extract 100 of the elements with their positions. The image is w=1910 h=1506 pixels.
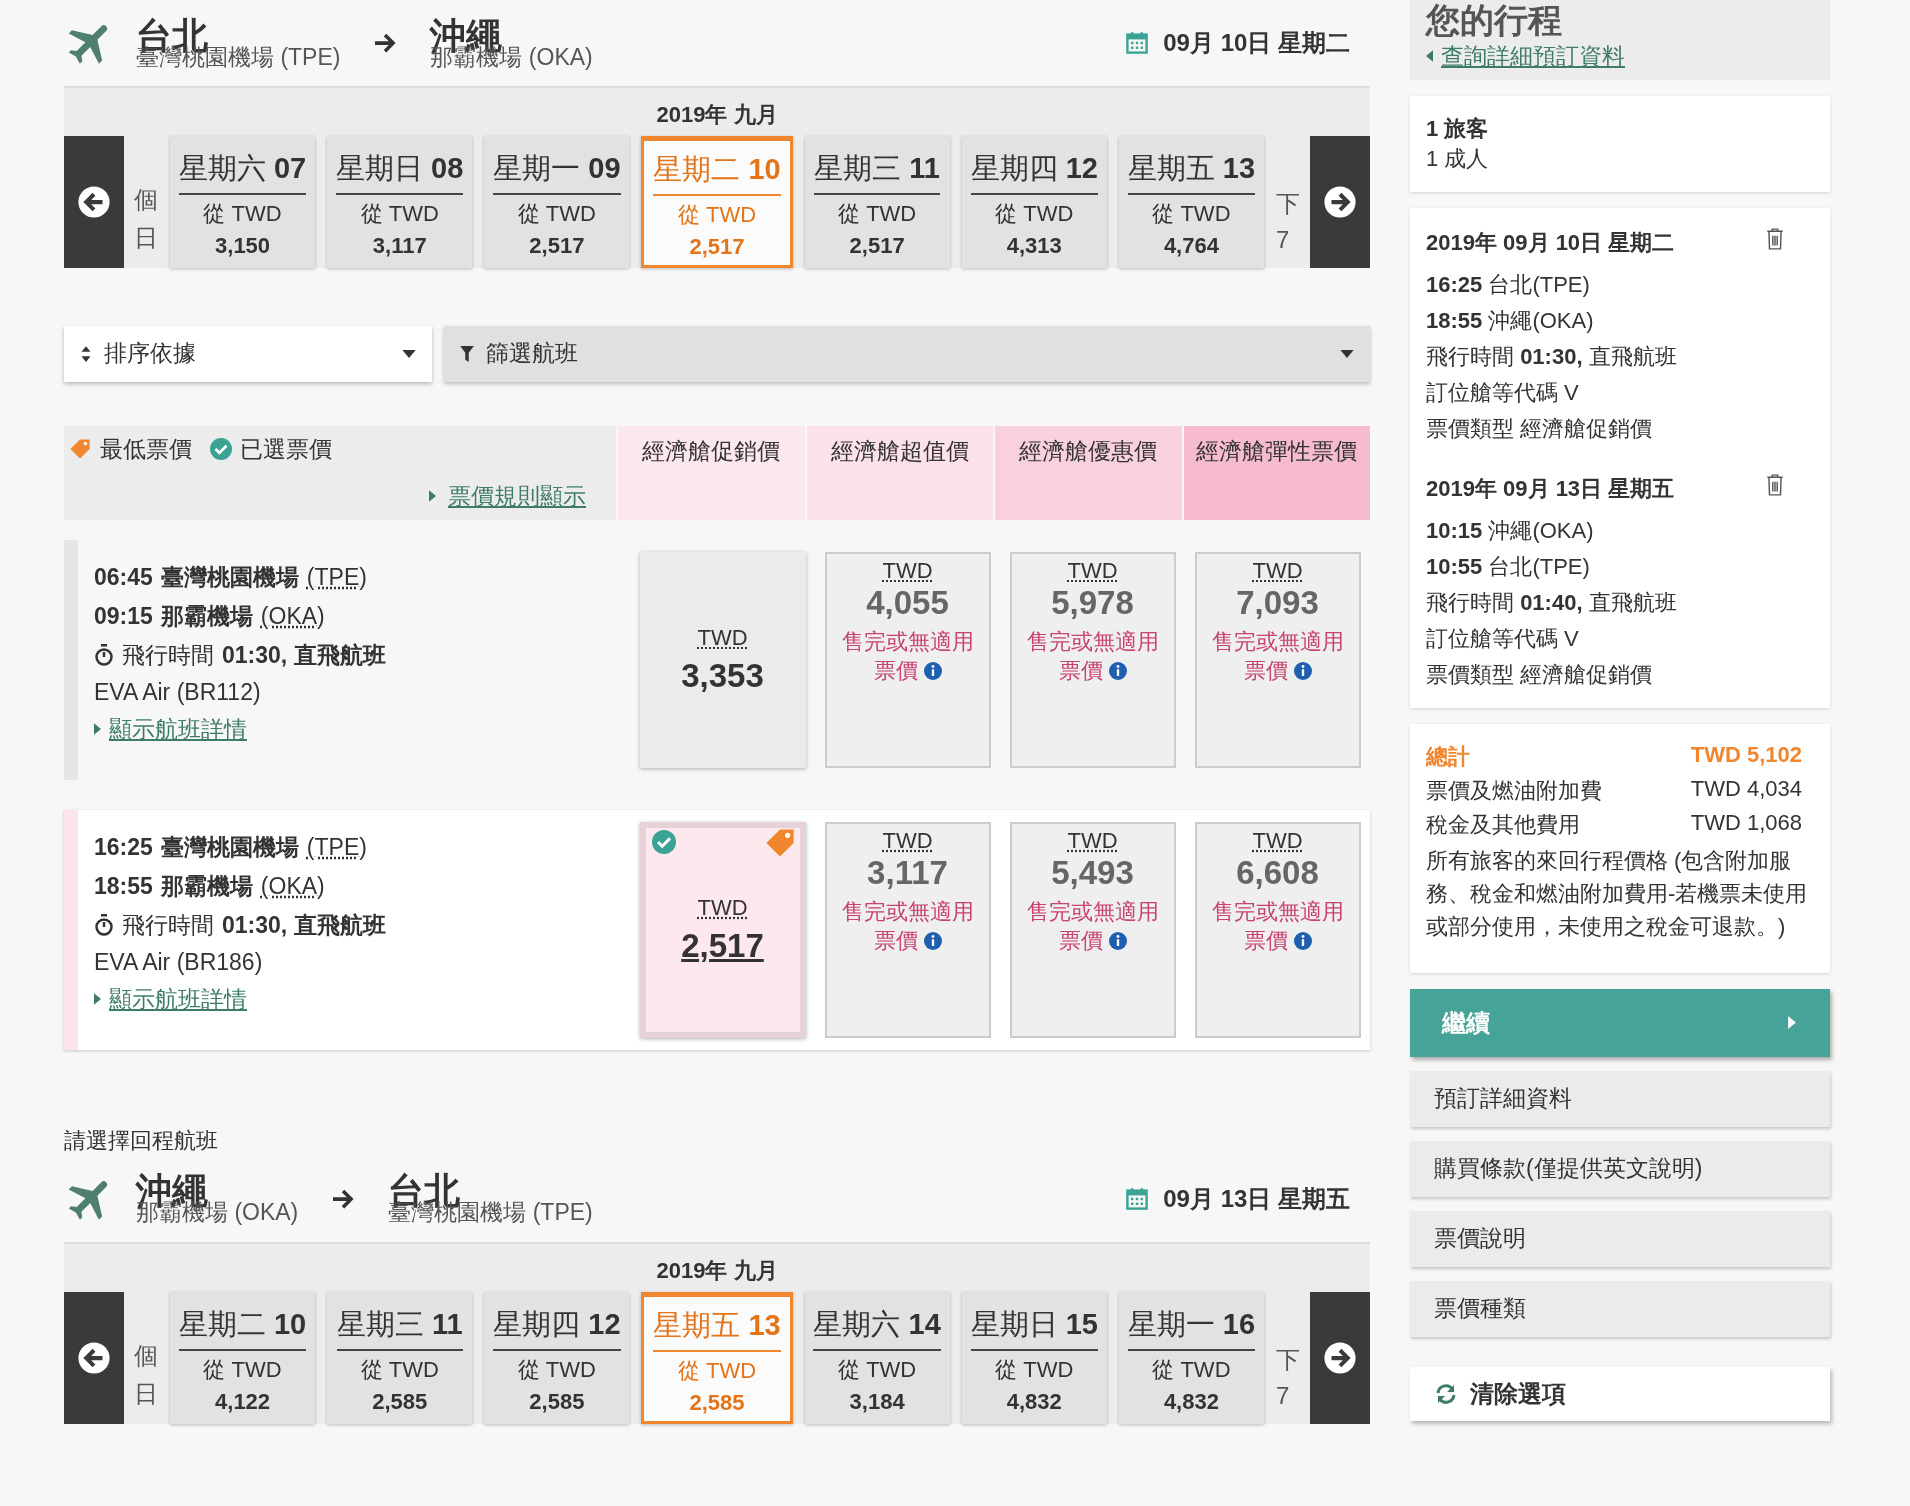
booking-details-link[interactable]: 查詢詳細預訂資料 [1441,40,1625,72]
duration-label: 飛行時間 [122,910,214,940]
trash-icon[interactable] [1766,473,1784,496]
flight-details-link[interactable]: 顯示航班詳情 [109,713,247,745]
duration-line: 飛行時間 01:40, 直飛航班 [1426,588,1678,617]
flight-row[interactable]: 16:25 臺灣桃園機場 (TPE) 18:55 那霸機場 (OKA) 飛行時間 01:30, 直飛航班 EVA Air (BR186) 顯示航班詳情 TWD 2,517 TWD 3,117 售完或無適用 票價 TWD 5,493 售完或無適用 票價 TWD 6,608 售完或無適用 票價 [64,809,1370,1050]
unavailable-note: 售完或無適用 [1211,897,1344,926]
unavailable-note: 售完或無適用 [1026,627,1159,656]
arrival-line: 10:55 台北(TPE) [1426,552,1591,581]
calendar-icon [1125,31,1150,55]
date-tab[interactable]: 星期二 10 從 TWD 4,122 [170,1291,316,1424]
partial-date-text: 個 [134,184,158,215]
arrival-time: 18:55 [94,872,153,900]
arrow-left-circle-icon [77,184,111,219]
fare-type: 票價類型 經濟艙促銷價 [1426,660,1654,689]
caret-right-icon [1788,1016,1796,1030]
sidebar-button[interactable]: 票價說明 [1410,1210,1830,1267]
cost-amount: TWD 4,034 [1690,775,1802,803]
fare-label: 票價 [873,926,918,955]
date-tab[interactable]: 星期五 13 從 TWD 4,764 [1118,136,1264,268]
segment-date: 2019年 09月 13日 星期五 [1426,474,1675,503]
info-icon [1108,661,1127,680]
duration-line: 飛行時間 01:30, 直飛航班 [1426,342,1678,371]
flight-duration: 01:30, 直飛航班 [222,640,386,670]
caret-down-icon [402,349,416,358]
arrival-airport: 那霸機場 [160,871,253,901]
date-tab[interactable]: 星期一 16 從 TWD 4,832 [1118,1291,1264,1424]
departure-line: 10:15 沖繩(OKA) [1426,516,1595,545]
flight-details-link[interactable]: 顯示航班詳情 [109,983,247,1015]
carrier-text: EVA Air (BR112) [94,678,261,706]
flight-duration: 01:30, 直飛航班 [222,910,386,940]
carrier-text: EVA Air (BR186) [94,948,263,976]
flight-date: 09月 13日 星期五 [1163,1183,1350,1214]
return-flight-prompt: 請選擇回程航班 [64,1126,219,1155]
arrival-time: 09:15 [94,602,153,630]
departure-airport: 臺灣桃園機場 [160,832,299,862]
check-circle-icon [652,829,676,854]
booking-class: 訂位艙等代碼 V [1426,378,1580,407]
legend-text: 已選票價 [240,434,332,464]
fare-option[interactable]: TWD 3,353 [639,551,806,768]
airport-code: (TPE) [306,833,367,861]
date-tab[interactable]: 星期日 15 從 TWD 4,832 [961,1291,1107,1424]
refresh-icon [1434,1381,1458,1406]
unavailable-note: 售完或無適用 [841,627,974,656]
clear-selection-button[interactable]: 清除選項 [1410,1366,1830,1421]
next-dates-button[interactable] [1310,1291,1370,1424]
currency-label: TWD [1252,827,1303,854]
price-note: 所有旅客的來回行程價格 (包含附加服務、稅金和燃油附加費用-若機票未使用或部分使用，未使用之稅金可退款。) [1426,846,1809,941]
fare-option[interactable]: TWD 2,517 [639,821,806,1038]
date-tab[interactable]: 星期三 11 從 TWD 2,585 [327,1291,473,1424]
date-tab[interactable]: 星期四 12 從 TWD 4,313 [961,136,1107,268]
arrival-airport: 那霸機場 [160,601,253,631]
fare-column-header: 經濟艙優惠價 [995,425,1182,520]
partial-date-text: 個 [134,1340,158,1371]
sidebar-button[interactable]: 票價種類 [1410,1280,1830,1337]
unavailable-note: 售完或無適用 [1026,897,1159,926]
date-tab[interactable]: 星期日 08 從 TWD 3,117 [327,136,473,268]
currency-label: TWD [1067,827,1118,854]
date-tab[interactable]: 星期六 14 從 TWD 3,184 [804,1291,950,1424]
sort-dropdown[interactable]: 排序依據 [64,325,432,382]
currency-label: TWD [882,557,933,584]
caret-right-icon [94,723,101,736]
departure-line: 16:25 台北(TPE) [1426,270,1591,299]
cost-label: 票價及燃油附加費 [1426,776,1602,805]
legend-text: 最低票價 [100,434,192,464]
filter-dropdown[interactable]: 篩選航班 [444,325,1370,382]
calendar-icon [1125,1186,1150,1211]
partial-date-text: 日 [134,222,158,253]
unavailable-note: 售完或無適用 [1211,627,1344,656]
total-amount: TWD 5,102 [1690,741,1802,769]
caret-right-icon [94,993,101,1006]
sidebar-button[interactable]: 預訂詳細資料 [1410,1070,1830,1127]
date-tab[interactable]: 星期一 09 從 TWD 2,517 [484,136,630,268]
previous-dates-button[interactable] [64,136,124,268]
airport-code: (TPE) [306,563,367,591]
sidebar-button[interactable]: 購買條款(僅提供英文說明) [1410,1140,1830,1197]
currency-label: TWD [882,827,933,854]
fare-price: 5,493 [1051,853,1134,892]
airport-code: (OKA) [260,602,325,630]
next-dates-button[interactable] [1310,136,1370,268]
partial-date-text: 下 [1276,1344,1301,1375]
fare-label: 票價 [1058,656,1103,685]
fare-label: 票價 [1243,656,1288,685]
date-tab[interactable]: 星期六 07 從 TWD 3,150 [170,136,316,268]
travelers-count: 1 旅客 [1426,114,1490,143]
departure-time: 16:25 [94,833,153,861]
previous-dates-button[interactable] [64,1291,124,1424]
date-tab[interactable]: 星期三 11 從 TWD 2,517 [804,136,950,268]
fare-column-header: 經濟艙彈性票價 [1183,425,1370,520]
flight-row[interactable]: 06:45 臺灣桃園機場 (TPE) 09:15 那霸機場 (OKA) 飛行時間 01:30, 直飛航班 EVA Air (BR112) 顯示航班詳情 TWD 3,353 TWD 4,055 售完或無適用 票價 TWD 5,978 售完或無適用 票價 TWD 7,093 售完或無適用 票價 [64,539,1370,780]
info-icon [923,661,942,680]
currency-label: TWD [1067,557,1118,584]
fare-rules-link[interactable]: 票價規則顯示 [448,480,586,512]
date-tab[interactable]: 星期四 12 從 TWD 2,585 [484,1291,630,1424]
airport-code: (OKA) [260,872,325,900]
filter-icon [460,345,474,362]
fare-price: 5,978 [1051,583,1134,622]
departure-time: 06:45 [94,563,153,591]
trash-icon[interactable] [1766,227,1784,250]
month-label: 2019年 九月 [655,1256,779,1285]
